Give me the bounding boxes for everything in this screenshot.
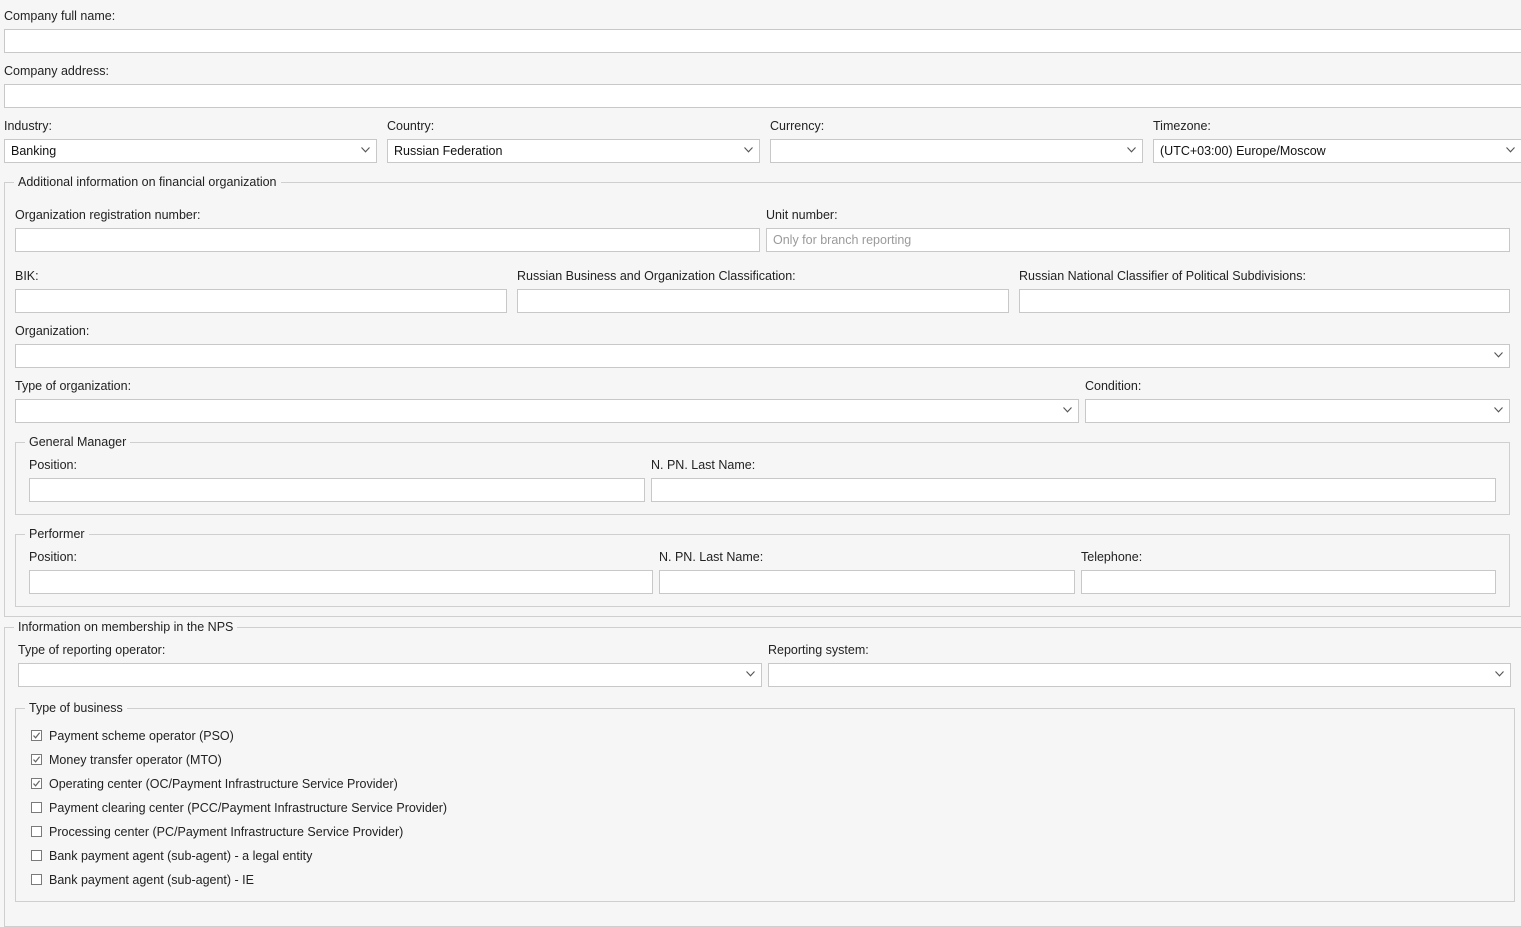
currency-label: Currency: xyxy=(770,119,825,133)
chevron-down-icon xyxy=(1495,671,1504,678)
chevron-down-icon xyxy=(1494,352,1503,359)
chevron-down-icon xyxy=(361,147,370,154)
business-type-label: Payment clearing center (PCC/Payment Inf… xyxy=(49,801,448,815)
chevron-down-icon xyxy=(1063,407,1072,414)
checkmark-icon xyxy=(33,756,41,763)
checkmark-icon xyxy=(33,780,41,787)
reporting-system-select[interactable] xyxy=(768,663,1511,687)
performer-name-label: N. PN. Last Name: xyxy=(659,550,764,564)
company-full-name-label: Company full name: xyxy=(4,9,116,23)
timezone-label: Timezone: xyxy=(1153,119,1211,133)
performer-telephone-input[interactable] xyxy=(1081,570,1496,594)
country-value: Russian Federation xyxy=(394,144,503,158)
gm-position-input[interactable] xyxy=(29,478,645,502)
gm-name-input[interactable] xyxy=(651,478,1496,502)
business-type-label: Bank payment agent (sub-agent) - a legal… xyxy=(49,849,313,863)
country-label: Country: xyxy=(387,119,435,133)
operator-type-select[interactable] xyxy=(18,663,762,687)
timezone-select[interactable]: (UTC+03:00) Europe/Moscow xyxy=(1153,139,1521,163)
business-type-label: Money transfer operator (MTO) xyxy=(49,753,222,767)
business-type-checkbox[interactable] xyxy=(31,730,42,741)
business-type-label: Bank payment agent (sub-agent) - IE xyxy=(49,873,254,887)
performer-position-label: Position: xyxy=(29,550,77,564)
condition-select[interactable] xyxy=(1085,399,1510,423)
industry-select[interactable]: Banking xyxy=(4,139,377,163)
gm-name-label: N. PN. Last Name: xyxy=(651,458,756,472)
performer-legend: Performer xyxy=(25,527,89,541)
okpo-input[interactable] xyxy=(517,289,1009,313)
chevron-down-icon xyxy=(1506,147,1515,154)
condition-label: Condition: xyxy=(1085,379,1142,393)
chevron-down-icon xyxy=(1494,407,1503,414)
org-type-label: Type of organization: xyxy=(15,379,132,393)
currency-select[interactable] xyxy=(770,139,1143,163)
industry-value: Banking xyxy=(11,144,57,158)
unit-number-input[interactable]: Only for branch reporting xyxy=(766,228,1510,252)
okpo-label: Russian Business and Organization Classi… xyxy=(517,269,796,283)
checkmark-icon xyxy=(33,732,41,739)
gm-position-label: Position: xyxy=(29,458,77,472)
reg-number-label: Organization registration number: xyxy=(15,208,201,222)
org-type-select[interactable] xyxy=(15,399,1079,423)
okato-input[interactable] xyxy=(1019,289,1510,313)
business-type-checkbox[interactable] xyxy=(31,754,42,765)
reg-number-input[interactable] xyxy=(15,228,760,252)
general-manager-legend: General Manager xyxy=(25,435,131,449)
company-full-name-input[interactable] xyxy=(4,29,1521,53)
chevron-down-icon xyxy=(746,671,755,678)
business-type-checkbox[interactable] xyxy=(31,802,42,813)
business-type-label: Operating center (OC/Payment Infrastruct… xyxy=(49,777,398,791)
business-type-checkbox[interactable] xyxy=(31,778,42,789)
chevron-down-icon xyxy=(744,147,753,154)
company-address-label: Company address: xyxy=(4,64,109,78)
reporting-system-label: Reporting system: xyxy=(768,643,869,657)
business-type-label: Processing center (PC/Payment Infrastruc… xyxy=(49,825,404,839)
bik-label: BIK: xyxy=(15,269,39,283)
performer-position-input[interactable] xyxy=(29,570,653,594)
company-address-input[interactable] xyxy=(4,84,1521,108)
business-type-checkbox[interactable] xyxy=(31,874,42,885)
performer-telephone-label: Telephone: xyxy=(1081,550,1143,564)
country-select[interactable]: Russian Federation xyxy=(387,139,760,163)
timezone-value: (UTC+03:00) Europe/Moscow xyxy=(1160,144,1326,158)
industry-label: Industry: xyxy=(4,119,52,133)
financial-info-legend: Additional information on financial orga… xyxy=(14,175,281,189)
business-type-checkbox[interactable] xyxy=(31,826,42,837)
organization-label: Organization: xyxy=(15,324,90,338)
unit-number-label: Unit number: xyxy=(766,208,838,222)
organization-select[interactable] xyxy=(15,344,1510,368)
business-type-legend: Type of business xyxy=(25,701,127,715)
performer-name-input[interactable] xyxy=(659,570,1075,594)
bik-input[interactable] xyxy=(15,289,507,313)
nps-legend: Information on membership in the NPS xyxy=(14,620,238,634)
chevron-down-icon xyxy=(1127,147,1136,154)
business-type-label: Payment scheme operator (PSO) xyxy=(49,729,234,743)
operator-type-label: Type of reporting operator: xyxy=(18,643,166,657)
okato-label: Russian National Classifier of Political… xyxy=(1019,269,1306,283)
business-type-checkbox[interactable] xyxy=(31,850,42,861)
